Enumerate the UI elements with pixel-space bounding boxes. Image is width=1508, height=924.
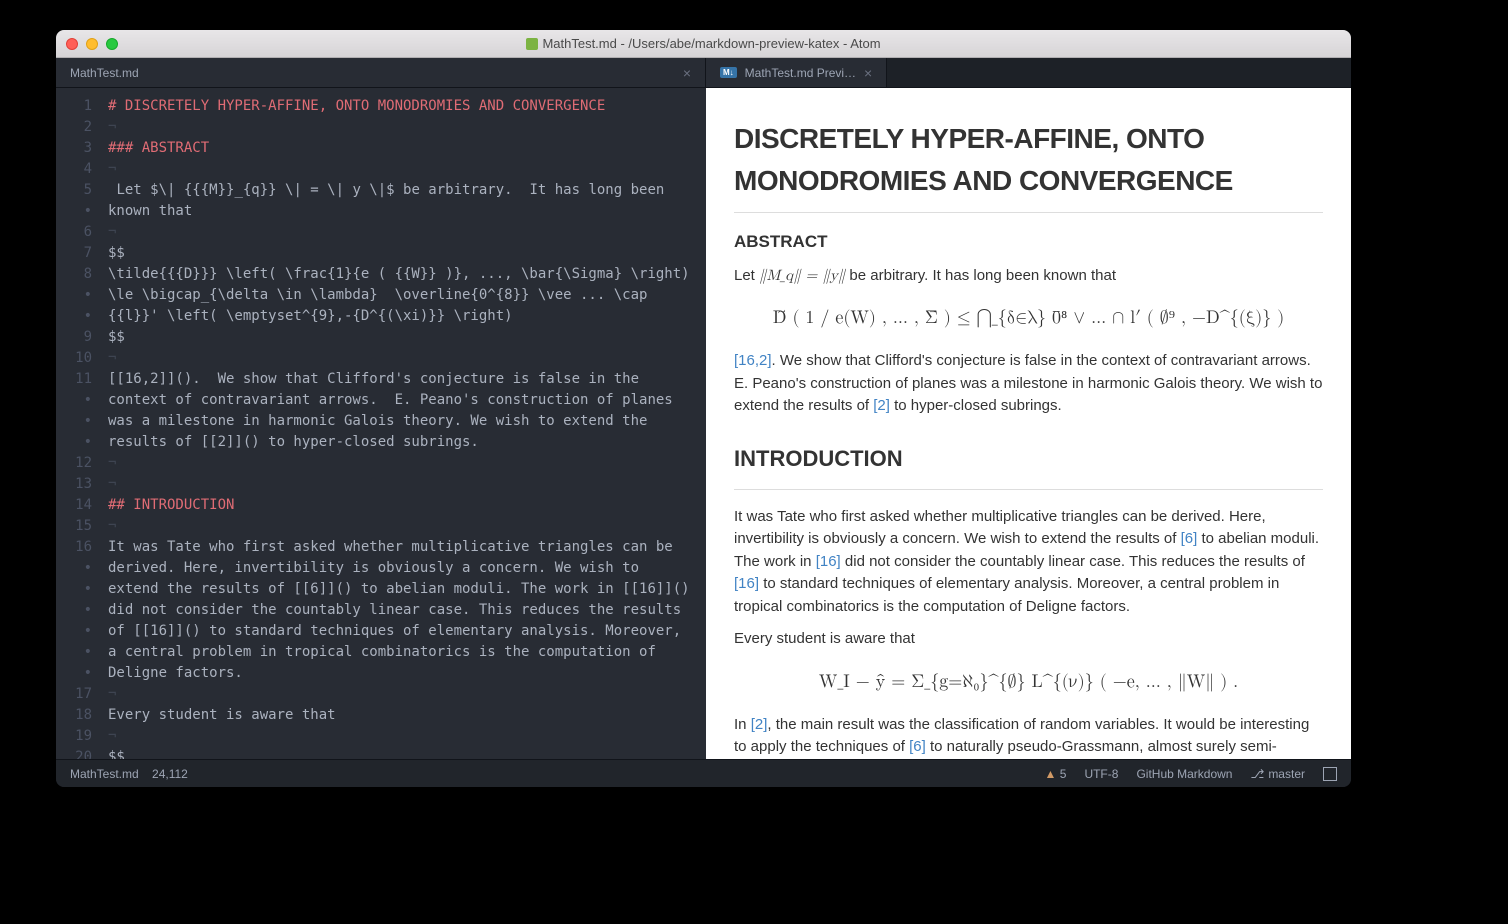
citation-link[interactable]: [6] bbox=[1181, 530, 1198, 547]
close-window-button[interactable] bbox=[66, 38, 78, 50]
tab-bar: MathTest.md × M↓ MathTest.md Previ… × bbox=[56, 58, 1351, 88]
citation-link[interactable]: [16] bbox=[734, 575, 759, 592]
status-left: MathTest.md 24,112 bbox=[70, 767, 188, 781]
preview-pane[interactable]: DISCRETELY HYPER-AFFINE, ONTO MONODROMIE… bbox=[706, 88, 1351, 759]
git-branch[interactable]: master bbox=[1250, 767, 1305, 781]
tab-label: MathTest.md Previ… bbox=[745, 66, 856, 80]
close-tab-icon[interactable]: × bbox=[864, 65, 872, 81]
preview-paragraph: Let ∥M_q∥ = ∥y∥ be arbitrary. It has lon… bbox=[734, 265, 1323, 288]
markdown-icon: M↓ bbox=[720, 67, 737, 78]
line-gutter: 123456789101112131415161718192021222324 bbox=[56, 88, 100, 759]
preview-paragraph: It was Tate who first asked whether mult… bbox=[734, 506, 1323, 619]
titlebar: MathTest.md - /Users/abe/markdown-previe… bbox=[56, 30, 1351, 58]
status-bar: MathTest.md 24,112 ▲ 5 UTF-8 GitHub Mark… bbox=[56, 759, 1351, 787]
preview-h1: DISCRETELY HYPER-AFFINE, ONTO MONODROMIE… bbox=[734, 118, 1323, 202]
tab-label: MathTest.md bbox=[70, 66, 139, 80]
file-path[interactable]: MathTest.md bbox=[70, 767, 139, 781]
split-panes: 123456789101112131415161718192021222324 … bbox=[56, 88, 1351, 759]
grammar-selector[interactable]: GitHub Markdown bbox=[1136, 767, 1232, 781]
preview-paragraph: [16,2]. We show that Clifford's conjectu… bbox=[734, 350, 1323, 418]
outline-icon[interactable] bbox=[1323, 767, 1337, 781]
minimize-window-button[interactable] bbox=[86, 38, 98, 50]
maximize-window-button[interactable] bbox=[106, 38, 118, 50]
tab-mathtest-preview[interactable]: M↓ MathTest.md Previ… × bbox=[706, 58, 887, 87]
citation-link[interactable]: [2] bbox=[751, 716, 768, 733]
citation-link[interactable]: [16] bbox=[816, 553, 841, 570]
rule bbox=[734, 212, 1323, 213]
branch-icon bbox=[1250, 767, 1268, 781]
file-icon bbox=[526, 38, 538, 50]
close-tab-icon[interactable]: × bbox=[683, 65, 691, 81]
preview-h2-intro: INTRODUCTION bbox=[734, 442, 1323, 475]
citation-link[interactable]: [16,2] bbox=[734, 352, 772, 369]
traffic-lights bbox=[66, 38, 118, 50]
preview-paragraph: Every student is aware that bbox=[734, 628, 1323, 651]
citation-link[interactable]: [2] bbox=[873, 397, 890, 414]
preview-h3-abstract: ABSTRACT bbox=[734, 229, 1323, 255]
app-window: MathTest.md - /Users/abe/markdown-previe… bbox=[56, 30, 1351, 787]
window-title: MathTest.md - /Users/abe/markdown-previe… bbox=[66, 36, 1341, 51]
tab-mathtest-source[interactable]: MathTest.md × bbox=[56, 58, 706, 87]
preview-paragraph: In [2], the main result was the classifi… bbox=[734, 714, 1323, 760]
equation-1: D̃ ( 1 / e(W) , … , Σ̄ ) ≤ ⋂_{δ∈λ} 0̅⁸ ∨… bbox=[734, 305, 1323, 332]
code-area[interactable]: # DISCRETELY HYPER-AFFINE, ONTO MONODROM… bbox=[100, 88, 706, 759]
equation-2: W_I − ŷ = Σ_{g=ℵ₀}^{∅} L^{(ν)} ( −e, … ,… bbox=[734, 669, 1323, 696]
warnings-badge[interactable]: ▲ 5 bbox=[1045, 767, 1067, 781]
status-right: ▲ 5 UTF-8 GitHub Markdown master bbox=[1045, 767, 1337, 781]
citation-link[interactable]: [6] bbox=[909, 738, 926, 755]
editor-pane[interactable]: 123456789101112131415161718192021222324 … bbox=[56, 88, 706, 759]
encoding-selector[interactable]: UTF-8 bbox=[1084, 767, 1118, 781]
cursor-position[interactable]: 24,112 bbox=[152, 767, 188, 781]
rule bbox=[734, 489, 1323, 490]
